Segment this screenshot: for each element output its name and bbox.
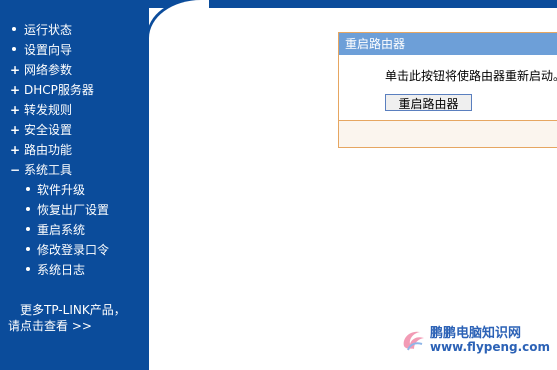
sidebar-item-label: 设置向导 — [24, 43, 73, 57]
sidebar-item-label: 网络参数 — [24, 63, 73, 77]
sidebar-item-dhcp[interactable]: + DHCP服务器 — [0, 80, 109, 100]
reboot-panel: 重启路由器 单击此按钮将使路由器重新启动。 重启路由器 — [338, 32, 557, 148]
sidebar-menu: 运行状态 设置向导 + 网络参数 + DHCP服务器 + 转发规则 + 安全设置… — [0, 20, 109, 280]
bullet-icon — [12, 47, 16, 51]
more-products-link[interactable]: 请点击查看 >> — [8, 318, 148, 334]
panel-footer — [339, 120, 557, 147]
sidebar-item-label: 重启系统 — [37, 223, 86, 237]
more-products-text: 更多TP-LINK产品， — [20, 303, 126, 317]
sidebar-item-label: 转发规则 — [24, 103, 73, 117]
sidebar-item-status[interactable]: 运行状态 — [0, 20, 109, 40]
bullet-icon — [26, 227, 30, 231]
sidebar-item-label: DHCP服务器 — [24, 83, 94, 97]
sidebar-subitem-firmware-upgrade[interactable]: 软件升级 — [0, 180, 109, 200]
sidebar-item-security[interactable]: + 安全设置 — [0, 120, 109, 140]
sidebar-item-label: 系统工具 — [24, 163, 73, 177]
sidebar-item-label: 路由功能 — [24, 143, 73, 157]
panel-description: 单击此按钮将使路由器重新启动。 — [385, 69, 557, 83]
panel-title: 重启路由器 — [339, 33, 557, 55]
watermark: 鹏鹏电脑知识网 www.flypeng.com — [400, 320, 550, 360]
plus-icon: + — [10, 103, 21, 117]
bullet-icon — [26, 247, 30, 251]
watermark-title: 鹏鹏电脑知识网 — [430, 326, 522, 341]
plus-icon: + — [10, 83, 21, 97]
plus-icon: + — [10, 143, 21, 157]
sidebar-subitem-change-password[interactable]: 修改登录口令 — [0, 240, 109, 260]
sidebar-item-system-tools[interactable]: − 系统工具 — [0, 160, 109, 180]
sidebar-item-routing[interactable]: + 路由功能 — [0, 140, 109, 160]
sidebar: 运行状态 设置向导 + 网络参数 + DHCP服务器 + 转发规则 + 安全设置… — [0, 0, 149, 370]
sidebar-item-label: 系统日志 — [37, 263, 86, 277]
sidebar-item-forwarding[interactable]: + 转发规则 — [0, 100, 109, 120]
sidebar-subitem-factory-reset[interactable]: 恢复出厂设置 — [0, 200, 109, 220]
bullet-icon — [26, 267, 30, 271]
reboot-button[interactable]: 重启路由器 — [385, 94, 472, 111]
plus-icon: + — [10, 123, 21, 137]
sidebar-subitem-reboot[interactable]: 重启系统 — [0, 220, 109, 240]
sidebar-item-setup-wizard[interactable]: 设置向导 — [0, 40, 109, 60]
bullet-icon — [26, 207, 30, 211]
plus-icon: + — [10, 63, 21, 77]
bullet-icon — [26, 187, 30, 191]
swirl-logo-icon — [403, 331, 424, 351]
top-strip — [149, 0, 557, 8]
sidebar-item-label: 修改登录口令 — [37, 243, 110, 257]
bullet-icon — [12, 27, 16, 31]
sidebar-item-label: 恢复出厂设置 — [37, 203, 110, 217]
more-products: 更多TP-LINK产品， 请点击查看 >> — [8, 302, 148, 334]
minus-icon: − — [10, 163, 21, 177]
sidebar-item-label: 软件升级 — [37, 183, 86, 197]
sidebar-subitem-system-log[interactable]: 系统日志 — [0, 260, 109, 280]
sidebar-item-label: 安全设置 — [24, 123, 73, 137]
sidebar-item-network[interactable]: + 网络参数 — [0, 60, 109, 80]
watermark-url: www.flypeng.com — [430, 340, 551, 354]
sidebar-item-label: 运行状态 — [24, 23, 73, 37]
